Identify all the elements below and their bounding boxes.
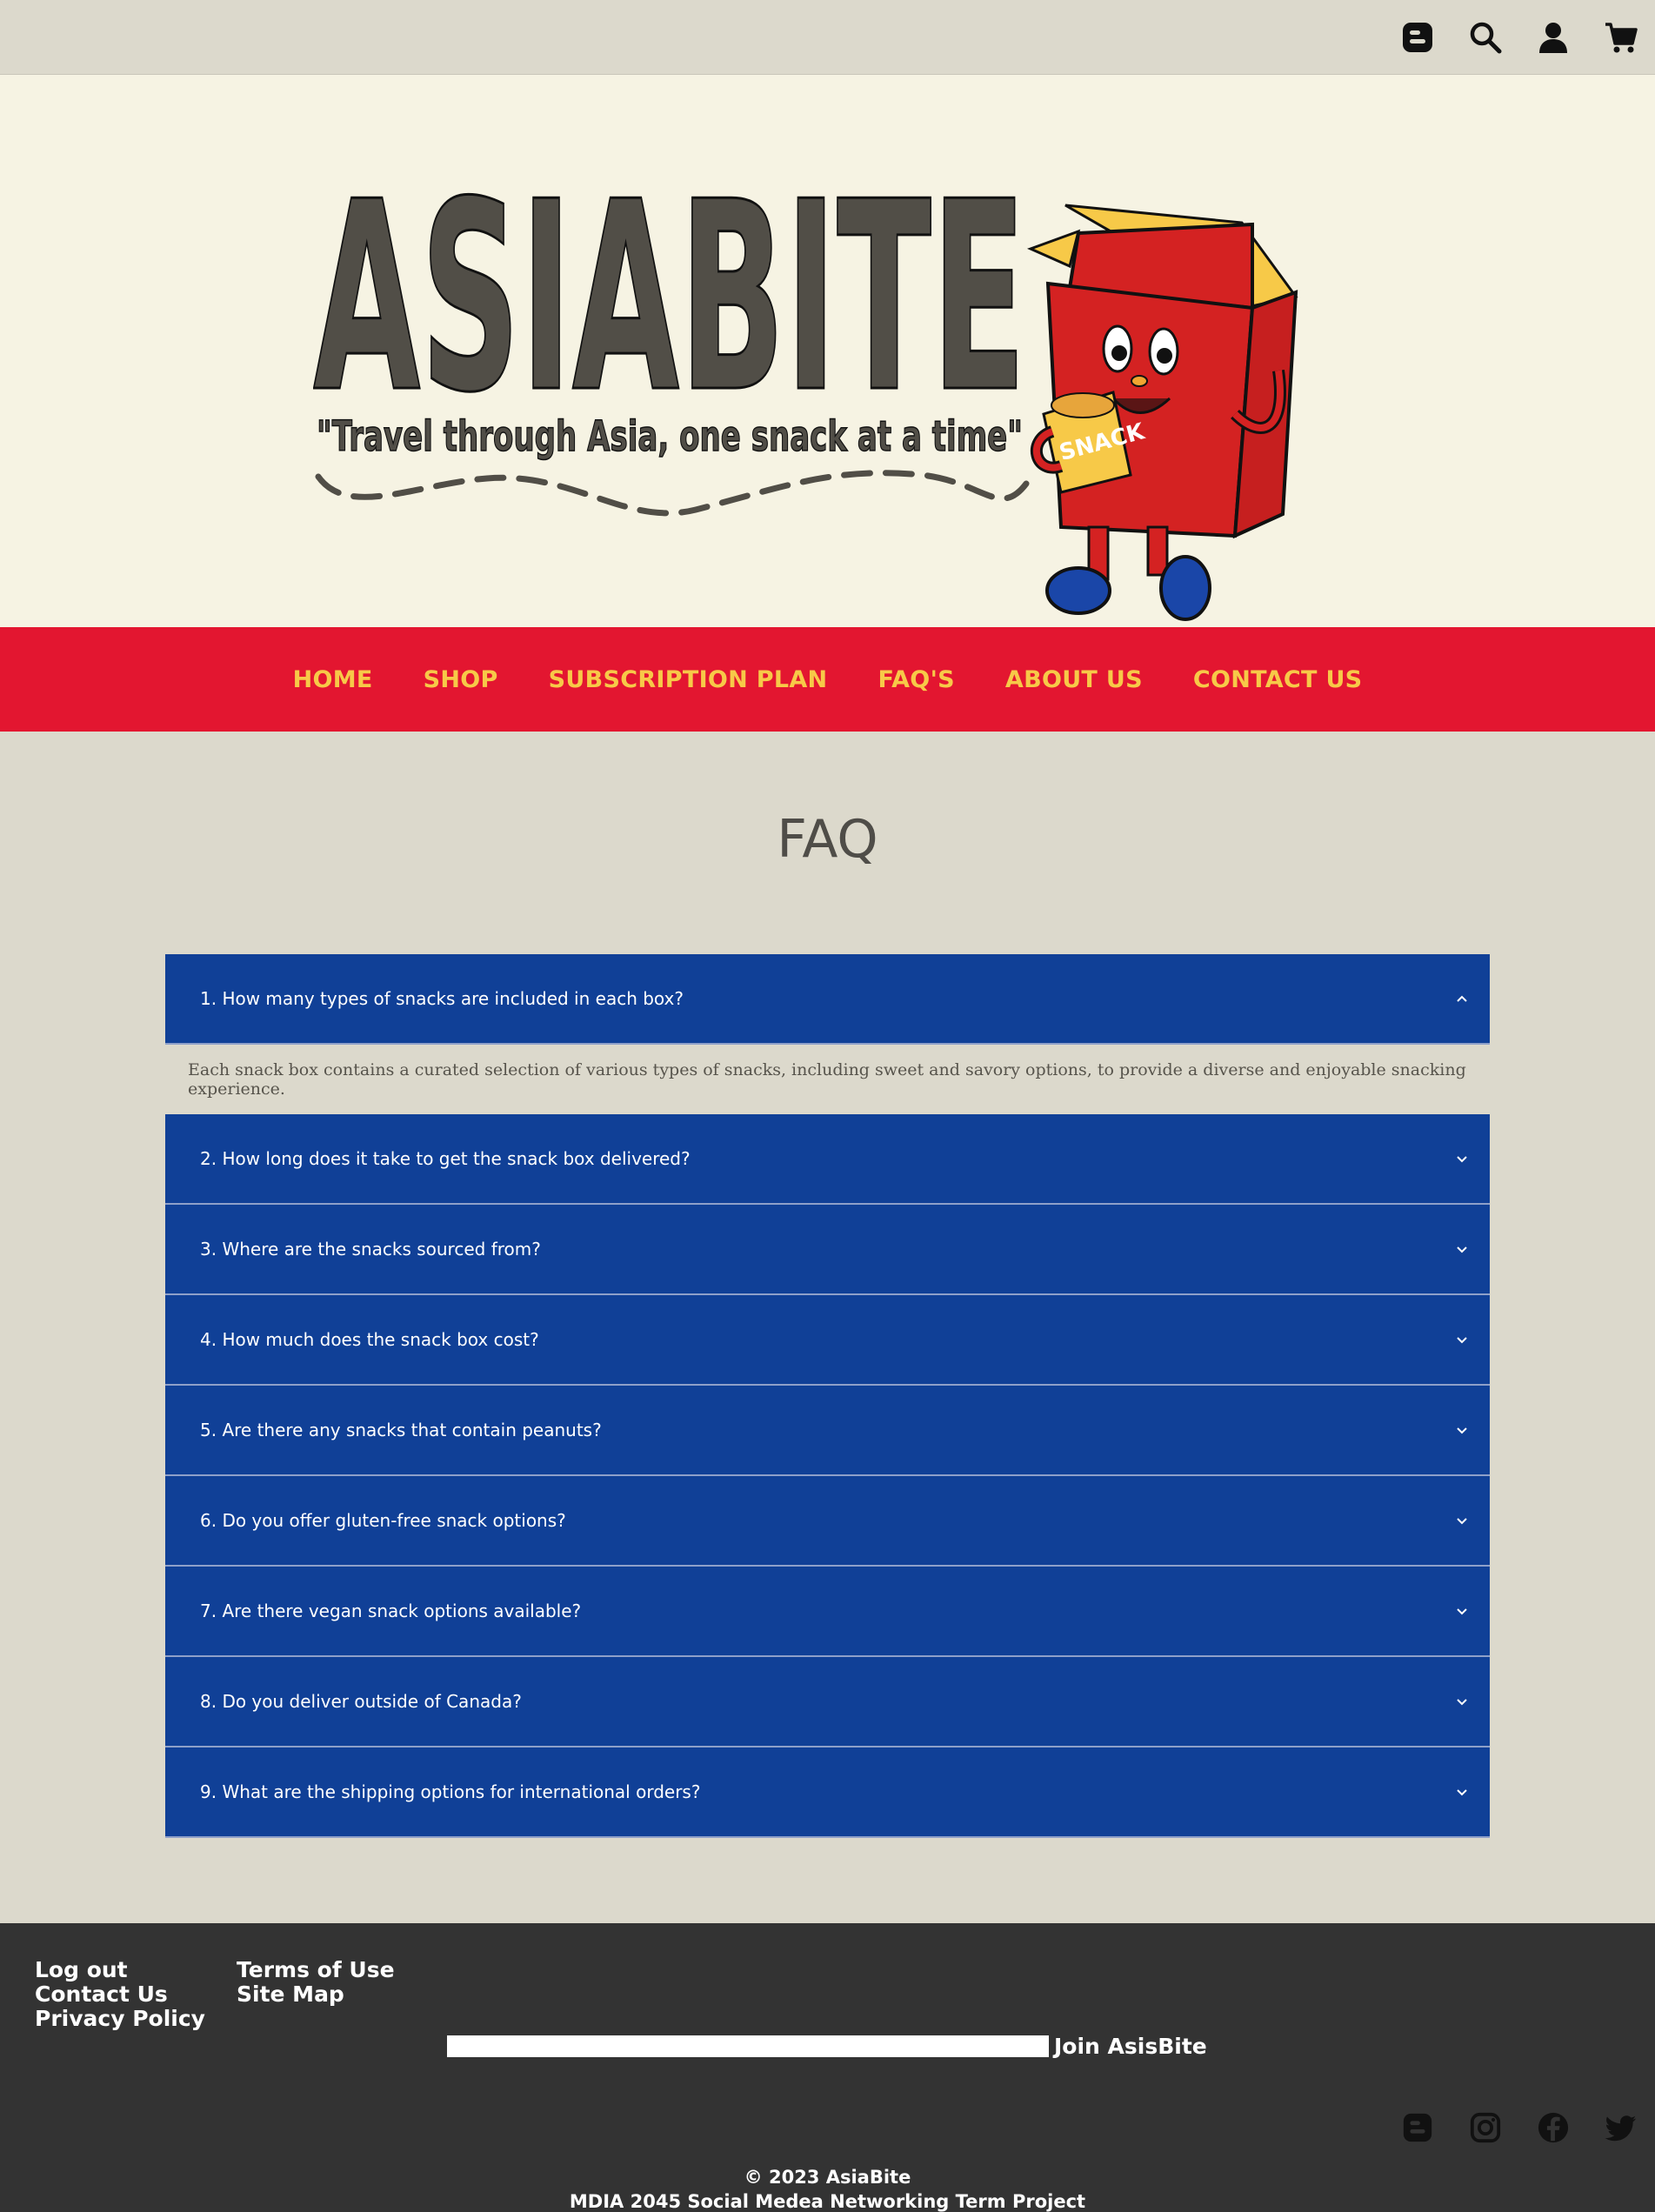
chevron-down-icon <box>1453 1783 1471 1801</box>
project-text: MDIA 2045 Social Medea Networking Term P… <box>569 2191 1086 2212</box>
faq-item: 3. Where are the snacks sourced from? <box>165 1205 1490 1295</box>
search-icon[interactable] <box>1451 0 1519 75</box>
nav-faqs[interactable]: FAQ'S <box>878 666 954 693</box>
faq-question-toggle[interactable]: 1. How many types of snacks are included… <box>165 954 1490 1045</box>
nav-about-us[interactable]: ABOUT US <box>1005 666 1143 693</box>
page-title: FAQ <box>777 809 878 870</box>
top-icons <box>1384 0 1655 75</box>
twitter-icon[interactable] <box>1587 2102 1655 2154</box>
faq-question-text: 7. Are there vegan snack options availab… <box>200 1601 582 1621</box>
faq-item: 1. How many types of snacks are included… <box>165 954 1490 1114</box>
faq-item: 9. What are the shipping options for int… <box>165 1748 1490 1838</box>
join-button[interactable]: Join AsisBite <box>1054 2034 1207 2059</box>
blogger-icon[interactable] <box>1384 2102 1451 2154</box>
footer: Log out Contact Us Privacy Policy Terms … <box>0 1923 1655 2212</box>
faq-question-text: 2. How long does it take to get the snac… <box>200 1148 691 1169</box>
chevron-up-icon <box>1453 990 1471 1007</box>
faq-item: 5. Are there any snacks that contain pea… <box>165 1386 1490 1476</box>
main-nav: HOME SHOP SUBSCRIPTION PLAN FAQ'S ABOUT … <box>0 627 1655 732</box>
nav-contact-us[interactable]: CONTACT US <box>1193 666 1363 693</box>
faq-question-toggle[interactable]: 2. How long does it take to get the snac… <box>165 1114 1490 1205</box>
faq-question-toggle[interactable]: 7. Are there vegan snack options availab… <box>165 1567 1490 1657</box>
faq-question-text: 6. Do you offer gluten-free snack option… <box>200 1510 566 1531</box>
facebook-icon[interactable] <box>1519 2102 1587 2154</box>
footer-links-col-2: Terms of Use Site Map <box>237 1958 395 2007</box>
nav-home[interactable]: HOME <box>293 666 373 693</box>
instagram-icon[interactable] <box>1451 2102 1519 2154</box>
faq-answer: Each snack box contains a curated select… <box>188 1060 1466 1099</box>
snack-box-mascot: SNACK <box>1026 204 1298 621</box>
copyright-text: © 2023 AsiaBite <box>744 2167 911 2188</box>
faq-item: 2. How long does it take to get the snac… <box>165 1114 1490 1205</box>
faq-item: 6. Do you offer gluten-free snack option… <box>165 1476 1490 1567</box>
faq-question-toggle[interactable]: 8. Do you deliver outside of Canada? <box>165 1657 1490 1748</box>
logo-tagline: "Travel through Asia, one snack at a tim… <box>317 412 1023 461</box>
chevron-down-icon <box>1453 1512 1471 1529</box>
footer-link-terms-of-use[interactable]: Terms of Use <box>237 1958 395 1982</box>
top-bar <box>0 0 1655 75</box>
faq-question-toggle[interactable]: 5. Are there any snacks that contain pea… <box>165 1386 1490 1476</box>
footer-link-privacy-policy[interactable]: Privacy Policy <box>35 2007 205 2031</box>
faq-question-text: 5. Are there any snacks that contain pea… <box>200 1420 602 1440</box>
faq-accordion: 1. How many types of snacks are included… <box>165 954 1490 1838</box>
faq-question-text: 4. How much does the snack box cost? <box>200 1329 539 1350</box>
faq-question-toggle[interactable]: 3. Where are the snacks sourced from? <box>165 1205 1490 1295</box>
social-links <box>1384 2102 1655 2154</box>
faq-item: 4. How much does the snack box cost? <box>165 1295 1490 1386</box>
nav-subscription-plan[interactable]: SUBSCRIPTION PLAN <box>549 666 828 693</box>
footer-link-contact-us[interactable]: Contact Us <box>35 1982 205 2007</box>
newsletter-email-input[interactable] <box>447 2035 1049 2057</box>
newsletter-signup: Join AsisBite <box>447 2034 1207 2059</box>
chevron-down-icon <box>1453 1331 1471 1348</box>
footer-link-logout[interactable]: Log out <box>35 1958 205 1982</box>
user-icon[interactable] <box>1519 0 1587 75</box>
logo-dashed-swoosh <box>315 470 1030 517</box>
faq-question-text: 1. How many types of snacks are included… <box>200 988 684 1009</box>
chevron-down-icon <box>1453 1240 1471 1258</box>
asiabite-logo[interactable]: ASIABITE "Travel through Asia, one snack… <box>313 153 1348 640</box>
faq-question-text: 9. What are the shipping options for int… <box>200 1781 701 1802</box>
chevron-down-icon <box>1453 1421 1471 1439</box>
footer-links-col-1: Log out Contact Us Privacy Policy <box>35 1958 205 2031</box>
cart-icon[interactable] <box>1587 0 1655 75</box>
faq-question-text: 8. Do you deliver outside of Canada? <box>200 1691 522 1712</box>
footer-copyright-block: © 2023 AsiaBite MDIA 2045 Social Medea N… <box>0 2165 1655 2212</box>
chevron-down-icon <box>1453 1602 1471 1620</box>
chevron-down-icon <box>1453 1150 1471 1167</box>
hero-banner: ASIABITE "Travel through Asia, one snack… <box>0 75 1655 627</box>
faq-item: 8. Do you deliver outside of Canada? <box>165 1657 1490 1748</box>
faq-question-toggle[interactable]: 4. How much does the snack box cost? <box>165 1295 1490 1386</box>
faq-question-text: 3. Where are the snacks sourced from? <box>200 1239 541 1260</box>
blogger-icon[interactable] <box>1384 0 1451 75</box>
logo-brand-text: ASIABITE <box>313 153 1026 450</box>
faq-item: 7. Are there vegan snack options availab… <box>165 1567 1490 1657</box>
footer-link-site-map[interactable]: Site Map <box>237 1982 395 2007</box>
nav-shop[interactable]: SHOP <box>424 666 498 693</box>
faq-question-toggle[interactable]: 9. What are the shipping options for int… <box>165 1748 1490 1838</box>
chevron-down-icon <box>1453 1693 1471 1710</box>
faq-question-toggle[interactable]: 6. Do you offer gluten-free snack option… <box>165 1476 1490 1567</box>
